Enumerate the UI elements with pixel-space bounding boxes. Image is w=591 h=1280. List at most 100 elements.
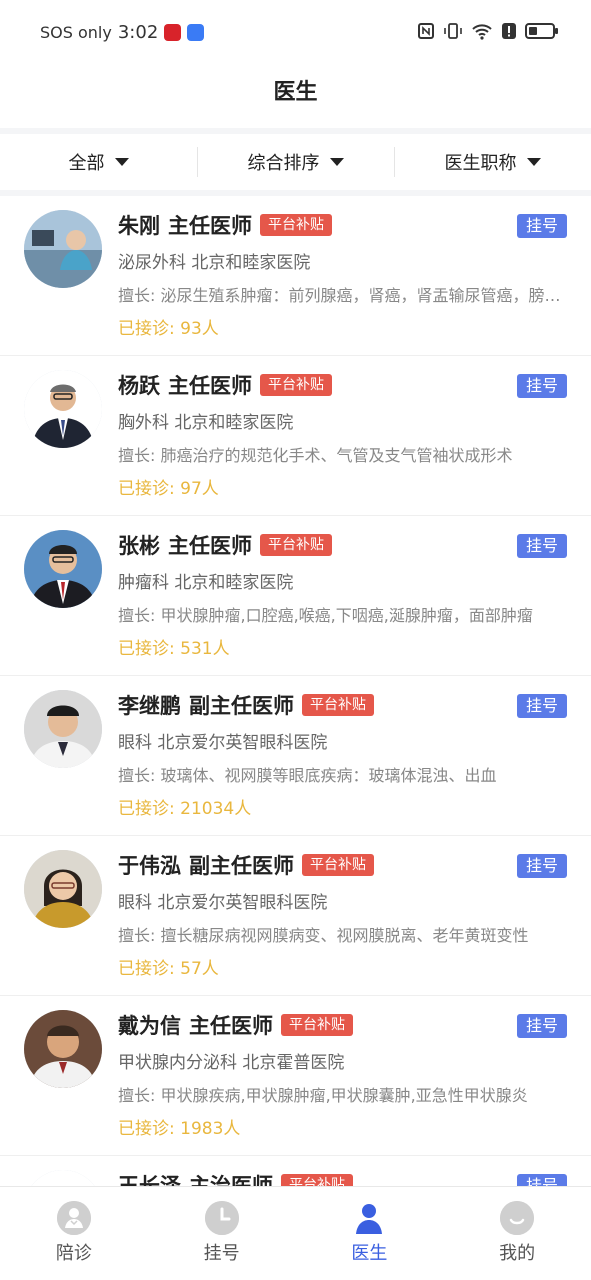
doctor-list: 朱刚 主任医师 平台补贴 挂号 泌尿外科 北京和睦家医院 擅长: 泌尿生殖系肿瘤… xyxy=(0,196,591,1186)
dept-hospital: 眼科 北京爱尔英智眼科医院 xyxy=(118,893,328,913)
header: 医生 xyxy=(0,66,591,128)
dept-hospital: 胸外科 北京和睦家医院 xyxy=(118,413,294,433)
doctor-avatar xyxy=(24,1010,102,1088)
doctor-name: 朱刚 xyxy=(118,214,160,238)
doctor-card[interactable]: 李继鹏 副主任医师 平台补贴 挂号 眼科 北京爱尔英智眼科医院 擅长: 玻璃体、… xyxy=(0,676,591,836)
doctor-name: 杨跃 xyxy=(118,374,160,398)
name-row: 朱刚 主任医师 平台补贴 xyxy=(118,210,332,240)
dept-hospital: 眼科 北京爱尔英智眼科医院 xyxy=(118,733,328,753)
register-button[interactable]: 挂号 xyxy=(516,1014,567,1038)
nfc-icon xyxy=(418,23,434,39)
doctor-title: 副主任医师 xyxy=(189,854,294,878)
visit-count: 已接诊: 531人 xyxy=(118,639,230,659)
subsidy-badge: 平台补贴 xyxy=(281,1174,353,1186)
battery-icon xyxy=(525,23,558,39)
name-row: 王长泽 主治医师 平台补贴 xyxy=(118,1170,353,1186)
wifi-icon xyxy=(472,24,492,40)
doctor-avatar xyxy=(24,690,102,768)
register-button[interactable]: 挂号 xyxy=(516,1174,567,1186)
filter-all[interactable]: 全部 xyxy=(0,149,197,175)
tab-profile[interactable]: 我的 xyxy=(443,1187,591,1280)
subsidy-badge: 平台补贴 xyxy=(302,854,374,876)
caret-down-icon xyxy=(526,158,541,166)
visit-count: 已接诊: 93人 xyxy=(118,319,219,339)
clock-text: 3:02 xyxy=(117,22,159,43)
status-right xyxy=(417,22,558,40)
tab-label: 挂号 xyxy=(203,1243,240,1264)
doctor-title: 主任医师 xyxy=(168,534,252,558)
visit-count: 已接诊: 57人 xyxy=(118,959,219,979)
name-row: 于伟泓 副主任医师 平台补贴 xyxy=(118,850,374,880)
doctor-avatar xyxy=(24,370,102,448)
notification-app-icon xyxy=(164,24,182,41)
doctor-avatar xyxy=(24,530,102,608)
dept-hospital: 肿瘤科 北京和睦家医院 xyxy=(118,573,294,593)
filter-label: 全部 xyxy=(68,153,105,174)
doctor-specialty: 擅长: 玻璃体、视网膜等眼底疾病：玻璃体混浊、出血 xyxy=(118,766,497,785)
tab-doctor[interactable]: 医生 xyxy=(296,1187,444,1280)
filter-sort[interactable]: 综合排序 xyxy=(197,147,394,177)
subsidy-badge: 平台补贴 xyxy=(260,534,332,556)
doctor-name: 李继鹏 xyxy=(118,694,181,718)
doctor-title: 主任医师 xyxy=(189,1014,273,1038)
filter-bar: 全部 综合排序 医生职称 xyxy=(0,134,591,190)
doctor-name: 王长泽 xyxy=(118,1174,181,1186)
doctor-name: 于伟泓 xyxy=(118,854,181,878)
vibrate-icon xyxy=(444,23,462,39)
doctor-title: 主治医师 xyxy=(189,1174,273,1186)
subsidy-badge: 平台补贴 xyxy=(260,374,332,396)
name-row: 李继鹏 副主任医师 平台补贴 xyxy=(118,690,374,720)
doctor-card[interactable]: 戴为信 主任医师 平台补贴 挂号 甲状腺内分泌科 北京霍普医院 擅长: 甲状腺疾… xyxy=(0,996,591,1156)
doctor-avatar xyxy=(24,850,102,928)
status-bar: SOS only 3:02 xyxy=(0,0,591,66)
caret-down-icon xyxy=(329,158,344,166)
doctor-avatar xyxy=(24,1170,102,1186)
doctor-title: 主任医师 xyxy=(168,214,252,238)
escort-icon xyxy=(56,1201,91,1235)
doctor-title: 副主任医师 xyxy=(189,694,294,718)
visit-count: 已接诊: 21034人 xyxy=(118,799,252,819)
register-button[interactable]: 挂号 xyxy=(516,374,567,398)
carrier-text: SOS only xyxy=(40,23,112,42)
doctor-icon xyxy=(352,1201,386,1235)
doctor-specialty: 擅长: 泌尿生殖系肿瘤：前列腺癌，肾癌，肾盂输尿管癌，膀胱癌 xyxy=(118,286,568,305)
subsidy-badge: 平台补贴 xyxy=(260,214,332,236)
doctor-name: 张彬 xyxy=(118,534,160,558)
doctor-name: 戴为信 xyxy=(118,1014,181,1038)
tab-label: 陪诊 xyxy=(55,1243,92,1264)
doctor-specialty: 擅长: 甲状腺疾病,甲状腺肿瘤,甲状腺囊肿,亚急性甲状腺炎 xyxy=(118,1086,528,1105)
doctor-specialty: 擅长: 肺癌治疗的规范化手术、气管及支气管袖状成形术 xyxy=(118,446,513,465)
status-left: SOS only 3:02 xyxy=(40,22,205,43)
filter-doctor-title[interactable]: 医生职称 xyxy=(394,147,591,177)
bottom-nav: 陪诊 挂号 医生 我的 xyxy=(0,1186,591,1280)
name-row: 杨跃 主任医师 平台补贴 xyxy=(118,370,332,400)
register-button[interactable]: 挂号 xyxy=(516,534,567,558)
visit-count: 已接诊: 1983人 xyxy=(118,1119,241,1139)
register-button[interactable]: 挂号 xyxy=(516,694,567,718)
filter-label: 综合排序 xyxy=(247,153,320,174)
notification-app-icon-2 xyxy=(187,24,205,41)
tab-escort[interactable]: 陪诊 xyxy=(0,1187,148,1280)
doctor-card[interactable]: 于伟泓 副主任医师 平台补贴 挂号 眼科 北京爱尔英智眼科医院 擅长: 擅长糖尿… xyxy=(0,836,591,996)
doctor-avatar xyxy=(24,210,102,288)
tab-label: 我的 xyxy=(499,1243,536,1264)
dept-hospital: 泌尿外科 北京和睦家医院 xyxy=(118,253,311,273)
doctor-card[interactable]: 张彬 主任医师 平台补贴 挂号 肿瘤科 北京和睦家医院 擅长: 甲状腺肿瘤,口腔… xyxy=(0,516,591,676)
profile-icon xyxy=(500,1201,535,1235)
tab-register[interactable]: 挂号 xyxy=(148,1187,296,1280)
register-button[interactable]: 挂号 xyxy=(516,214,567,238)
doctor-card[interactable]: 杨跃 主任医师 平台补贴 挂号 胸外科 北京和睦家医院 擅长: 肺癌治疗的规范化… xyxy=(0,356,591,516)
dept-hospital: 甲状腺内分泌科 北京霍普医院 xyxy=(118,1053,345,1073)
clock-icon xyxy=(204,1201,239,1235)
caret-down-icon xyxy=(114,158,129,166)
filter-label: 医生职称 xyxy=(444,153,517,174)
doctor-specialty: 擅长: 甲状腺肿瘤,口腔癌,喉癌,下咽癌,涎腺肿瘤，面部肿瘤 xyxy=(118,606,533,625)
subsidy-badge: 平台补贴 xyxy=(302,694,374,716)
doctor-card[interactable]: 朱刚 主任医师 平台补贴 挂号 泌尿外科 北京和睦家医院 擅长: 泌尿生殖系肿瘤… xyxy=(0,196,591,356)
alert-icon xyxy=(502,23,516,39)
register-button[interactable]: 挂号 xyxy=(516,854,567,878)
doctor-card[interactable]: 王长泽 主治医师 平台补贴 挂号 xyxy=(0,1156,591,1186)
name-row: 戴为信 主任医师 平台补贴 xyxy=(118,1010,353,1040)
doctor-title: 主任医师 xyxy=(168,374,252,398)
name-row: 张彬 主任医师 平台补贴 xyxy=(118,530,332,560)
